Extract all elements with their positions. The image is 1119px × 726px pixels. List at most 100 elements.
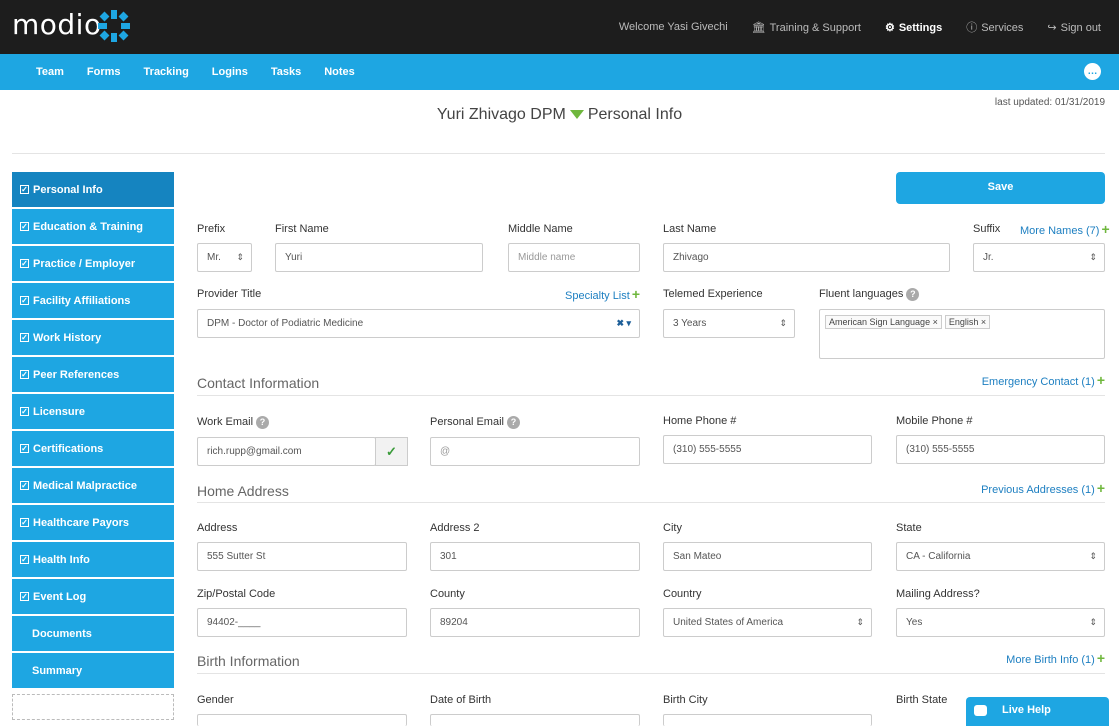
nav-tasks[interactable]: Tasks (271, 66, 301, 78)
previous-addresses-link[interactable]: Previous Addresses (1) + (981, 480, 1105, 496)
nav-notes[interactable]: Notes (324, 66, 355, 78)
telemed-select[interactable]: 3 Years ⇕ (663, 309, 795, 338)
select-arrows-icon: ⇕ (779, 318, 787, 328)
country-label: Country (663, 588, 702, 600)
checkbox-icon: ✓ (20, 370, 29, 379)
more-names-link[interactable]: More Names (7) + (1020, 221, 1110, 237)
birth-state-label: Birth State (896, 694, 948, 706)
middle-name-input[interactable]: Middle name (508, 243, 640, 272)
help-icon[interactable]: ? (906, 288, 920, 301)
remove-tag-icon[interactable]: × (981, 317, 986, 327)
gear-icon: ⚙ (884, 21, 895, 34)
sidebar-item-licensure[interactable]: ✓ Licensure (12, 394, 174, 429)
nav-team[interactable]: Team (36, 66, 64, 78)
fluent-languages-input[interactable]: American Sign Language × English × (819, 309, 1105, 359)
county-input[interactable]: 89204 (430, 608, 640, 637)
birth-city-input[interactable] (663, 714, 872, 726)
work-email-input[interactable]: rich.rupp@gmail.com (197, 437, 376, 466)
sidebar-item-health-info[interactable]: ✓ Health Info (12, 542, 174, 577)
sidebar-item-malpractice[interactable]: ✓ Medical Malpractice (12, 468, 174, 503)
dob-input[interactable] (430, 714, 640, 726)
sidebar-item-documents[interactable]: Documents (12, 616, 174, 651)
home-address-title: Home Address (197, 483, 289, 499)
live-help-button[interactable]: Live Help (966, 697, 1109, 726)
nav-tracking[interactable]: Tracking (144, 66, 189, 78)
training-support-link[interactable]: 🏛 Training & Support (752, 21, 861, 34)
title-divider (12, 153, 1105, 154)
mobile-phone-input[interactable]: (310) 555-5555 (896, 435, 1105, 464)
chat-icon[interactable]: … (1084, 63, 1101, 80)
main-navbar: Team Forms Tracking Logins Tasks Notes (0, 54, 1119, 90)
section-divider (197, 502, 1105, 503)
mailing-address-select[interactable]: Yes ⇕ (896, 608, 1105, 637)
services-link[interactable]: ⓘ Services (966, 19, 1023, 35)
checkbox-icon: ✓ (20, 518, 29, 527)
sidebar-item-certifications[interactable]: ✓ Certifications (12, 431, 174, 466)
more-birth-info-link[interactable]: More Birth Info (1) + (1006, 650, 1105, 666)
help-icon[interactable]: ? (256, 416, 270, 429)
select-arrows-icon: ⇕ (1089, 551, 1097, 561)
select-arrows-icon: ⇕ (236, 252, 244, 262)
chat-bubble-icon (974, 705, 987, 716)
sidebar-item-event-log[interactable]: ✓ Event Log (12, 579, 174, 614)
prefix-select[interactable]: Mr. ⇕ (197, 243, 252, 272)
checkbox-icon: ✓ (20, 185, 29, 194)
checkbox-icon: ✓ (20, 555, 29, 564)
city-input[interactable]: San Mateo (663, 542, 872, 571)
gender-select[interactable] (197, 714, 407, 726)
sidebar-item-summary[interactable]: Summary (12, 653, 174, 688)
specialty-list-link[interactable]: Specialty List + (565, 286, 640, 302)
work-email-label: Work Email? (197, 416, 270, 429)
remove-tag-icon[interactable]: × (933, 317, 938, 327)
dob-label: Date of Birth (430, 694, 492, 706)
logo: modio (12, 8, 102, 41)
dropdown-triangle-icon[interactable] (569, 109, 584, 119)
checkbox-icon: ✓ (20, 222, 29, 231)
personal-email-input[interactable]: @ (430, 437, 640, 466)
select-arrows-icon: ⇕ (1089, 252, 1097, 262)
provider-name[interactable]: Yuri Zhivago DPM (437, 106, 566, 123)
middle-name-label: Middle Name (508, 223, 573, 235)
sidebar-item-practice[interactable]: ✓ Practice / Employer (12, 246, 174, 281)
zip-input[interactable]: 94402-____ (197, 608, 407, 637)
address-label: Address (197, 522, 238, 534)
first-name-input[interactable]: Yuri (275, 243, 483, 272)
top-header: modio Welcome Yasi Givechi 🏛 Training & S… (0, 0, 1119, 54)
emergency-contact-link[interactable]: Emergency Contact (1) + (982, 372, 1105, 388)
nav-logins[interactable]: Logins (212, 66, 248, 78)
institution-icon: 🏛 (751, 21, 766, 34)
settings-link[interactable]: ⚙ Settings (885, 21, 942, 34)
suffix-select[interactable]: Jr. ⇕ (973, 243, 1105, 272)
plus-icon: + (631, 286, 640, 302)
address-input[interactable]: 555 Sutter St (197, 542, 407, 571)
sign-out-link[interactable]: ↪ Sign out (1047, 21, 1101, 34)
select-arrows-icon: ⇕ (1089, 617, 1097, 627)
section-divider (197, 395, 1105, 396)
country-select[interactable]: United States of America ⇕ (663, 608, 872, 637)
address2-input[interactable]: 301 (430, 542, 640, 571)
select-arrows-icon: ⇕ (856, 617, 864, 627)
plus-icon: + (1096, 650, 1105, 666)
home-phone-input[interactable]: (310) 555-5555 (663, 435, 872, 464)
help-icon[interactable]: ? (506, 416, 520, 429)
logo-mark-icon (98, 10, 130, 42)
sidebar-item-work-history[interactable]: ✓ Work History (12, 320, 174, 355)
sidebar-item-peer-references[interactable]: ✓ Peer References (12, 357, 174, 392)
page-title: Yuri Zhivago DPM Personal Info (0, 106, 1119, 124)
last-name-input[interactable]: Zhivago (663, 243, 950, 272)
plus-icon: + (1096, 480, 1105, 496)
sidebar-item-education[interactable]: ✓ Education & Training (12, 209, 174, 244)
nav-forms[interactable]: Forms (87, 66, 121, 78)
verified-check-icon[interactable]: ✓ (375, 437, 408, 466)
state-select[interactable]: CA - California ⇕ (896, 542, 1105, 571)
clear-and-dropdown-icon[interactable]: ✖ ▾ (616, 310, 631, 337)
last-name-label: Last Name (663, 223, 717, 235)
sidebar-item-personal-info[interactable]: ✓ Personal Info (12, 172, 174, 207)
plus-icon: + (1101, 221, 1110, 237)
section-name: Personal Info (587, 106, 683, 123)
provider-title-select[interactable]: DPM - Doctor of Podiatric Medicine ✖ ▾ (197, 309, 640, 338)
top-nav: Welcome Yasi Givechi 🏛 Training & Support… (619, 0, 1101, 54)
sidebar-item-facility[interactable]: ✓ Facility Affiliations (12, 283, 174, 318)
save-button[interactable]: Save (896, 172, 1105, 204)
sidebar-item-payors[interactable]: ✓ Healthcare Payors (12, 505, 174, 540)
